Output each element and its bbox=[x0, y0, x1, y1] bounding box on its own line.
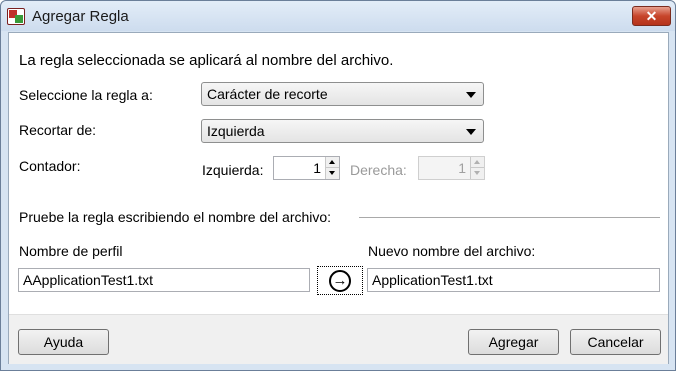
new-name-field[interactable]: ApplicationTest1.txt bbox=[367, 268, 660, 292]
new-name-label: Nuevo nombre del archivo: bbox=[368, 243, 536, 259]
close-button[interactable]: ✕ bbox=[632, 6, 671, 26]
counter-right-stepper: 1 bbox=[418, 156, 485, 180]
counter-label: Contador: bbox=[19, 158, 81, 174]
button-bar: Ayuda Agregar Cancelar bbox=[9, 314, 668, 364]
counter-left-value: 1 bbox=[313, 160, 321, 176]
profile-name-label: Nombre de perfil bbox=[19, 243, 123, 259]
apply-rule-button[interactable]: → bbox=[317, 266, 363, 295]
counter-right-value: 1 bbox=[458, 160, 466, 176]
spin-down-icon bbox=[471, 168, 484, 179]
rule-select-label: Seleccione la regla a: bbox=[19, 87, 153, 103]
test-section-heading: Pruebe la regla escribiendo el nombre de… bbox=[19, 209, 332, 225]
dialog-window: Agregar Regla ✕ La regla seleccionada se… bbox=[0, 0, 676, 371]
cancel-button[interactable]: Cancelar bbox=[570, 329, 661, 355]
trim-from-value: Izquierda bbox=[207, 123, 265, 139]
intro-text: La regla seleccionada se aplicará al nom… bbox=[19, 52, 394, 69]
counter-right-label: Derecha: bbox=[350, 162, 407, 178]
close-icon: ✕ bbox=[645, 8, 658, 24]
rule-select-value: Carácter de recorte bbox=[207, 86, 328, 102]
app-icon bbox=[7, 8, 25, 25]
profile-name-value: AApplicationTest1.txt bbox=[23, 272, 153, 288]
profile-name-input[interactable]: AApplicationTest1.txt bbox=[18, 268, 310, 292]
title-bar: Agregar Regla ✕ bbox=[1, 1, 675, 31]
window-title: Agregar Regla bbox=[32, 8, 129, 25]
rule-select-dropdown[interactable]: Carácter de recorte bbox=[201, 82, 484, 106]
counter-left-stepper[interactable]: 1 bbox=[273, 156, 340, 180]
section-divider bbox=[359, 217, 660, 218]
dropdown-arrow-icon bbox=[466, 129, 476, 135]
trim-from-label: Recortar de: bbox=[19, 122, 97, 138]
dialog-body: La regla seleccionada se aplicará al nom… bbox=[8, 32, 669, 364]
new-name-value: ApplicationTest1.txt bbox=[372, 272, 493, 288]
dropdown-arrow-icon bbox=[466, 92, 476, 98]
arrow-right-circle-icon: → bbox=[329, 270, 351, 292]
add-button[interactable]: Agregar bbox=[468, 329, 559, 355]
counter-left-label: Izquierda: bbox=[202, 162, 264, 178]
spin-up-icon[interactable] bbox=[326, 157, 339, 168]
spin-up-icon bbox=[471, 157, 484, 168]
trim-from-dropdown[interactable]: Izquierda bbox=[201, 119, 484, 143]
help-button[interactable]: Ayuda bbox=[18, 329, 109, 355]
spin-down-icon[interactable] bbox=[326, 168, 339, 179]
